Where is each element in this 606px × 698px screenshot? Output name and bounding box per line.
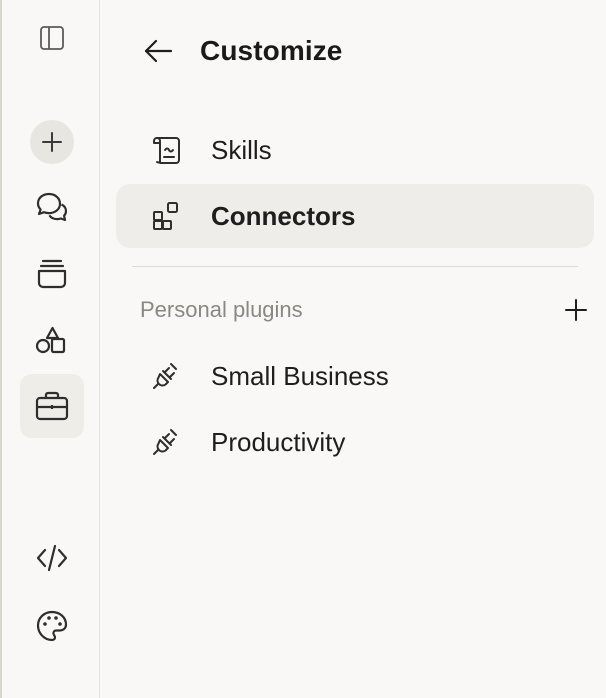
- new-chat-circle: [30, 120, 74, 164]
- left-rail: [0, 0, 100, 698]
- artifacts-button[interactable]: [20, 308, 84, 372]
- app-window: Customize Skills Connectors Personal plu…: [0, 0, 606, 698]
- nav-item-connectors[interactable]: Connectors: [116, 184, 594, 248]
- personal-plugins-header: Personal plugins: [140, 292, 587, 328]
- projects-icon: [37, 259, 67, 289]
- plugin-item-small-business[interactable]: Small Business: [116, 346, 594, 406]
- projects-button[interactable]: [20, 242, 84, 306]
- connectors-icon: [153, 202, 178, 230]
- window-edge: [0, 0, 2, 698]
- panel-header: Customize: [140, 26, 342, 76]
- arrow-left-icon: [144, 39, 173, 63]
- page-title: Customize: [200, 35, 343, 66]
- plus-icon: [565, 299, 587, 321]
- customize-panel: Customize Skills Connectors Personal plu…: [100, 0, 606, 698]
- plug-icon: [153, 363, 177, 389]
- artifacts-icon: [35, 326, 66, 354]
- plug-icon: [153, 429, 177, 455]
- section-divider: [132, 266, 578, 267]
- plugin-item-label: Productivity: [211, 426, 346, 457]
- customize-button[interactable]: [20, 374, 84, 438]
- plus-icon: [42, 132, 62, 152]
- scroll-icon: [153, 137, 180, 164]
- palette-icon: [36, 610, 68, 642]
- plugin-item-productivity[interactable]: Productivity: [116, 412, 594, 472]
- back-button[interactable]: [138, 31, 178, 71]
- code-button[interactable]: [20, 526, 84, 590]
- nav-item-label: Connectors: [211, 200, 356, 231]
- plugin-item-label: Small Business: [211, 360, 389, 391]
- new-chat-button[interactable]: [20, 110, 84, 174]
- chats-icon: [36, 192, 68, 222]
- nav-item-skills[interactable]: Skills: [116, 118, 594, 182]
- chats-button[interactable]: [20, 176, 84, 240]
- briefcase-icon: [35, 391, 69, 421]
- nav-item-label: Skills: [211, 134, 272, 165]
- add-plugin-button[interactable]: [558, 292, 594, 328]
- themes-button[interactable]: [20, 594, 84, 658]
- toggle-sidebar-button[interactable]: [20, 6, 84, 70]
- section-title: Personal plugins: [140, 297, 303, 322]
- code-icon: [36, 544, 68, 572]
- sidebar-toggle-icon: [40, 26, 64, 50]
